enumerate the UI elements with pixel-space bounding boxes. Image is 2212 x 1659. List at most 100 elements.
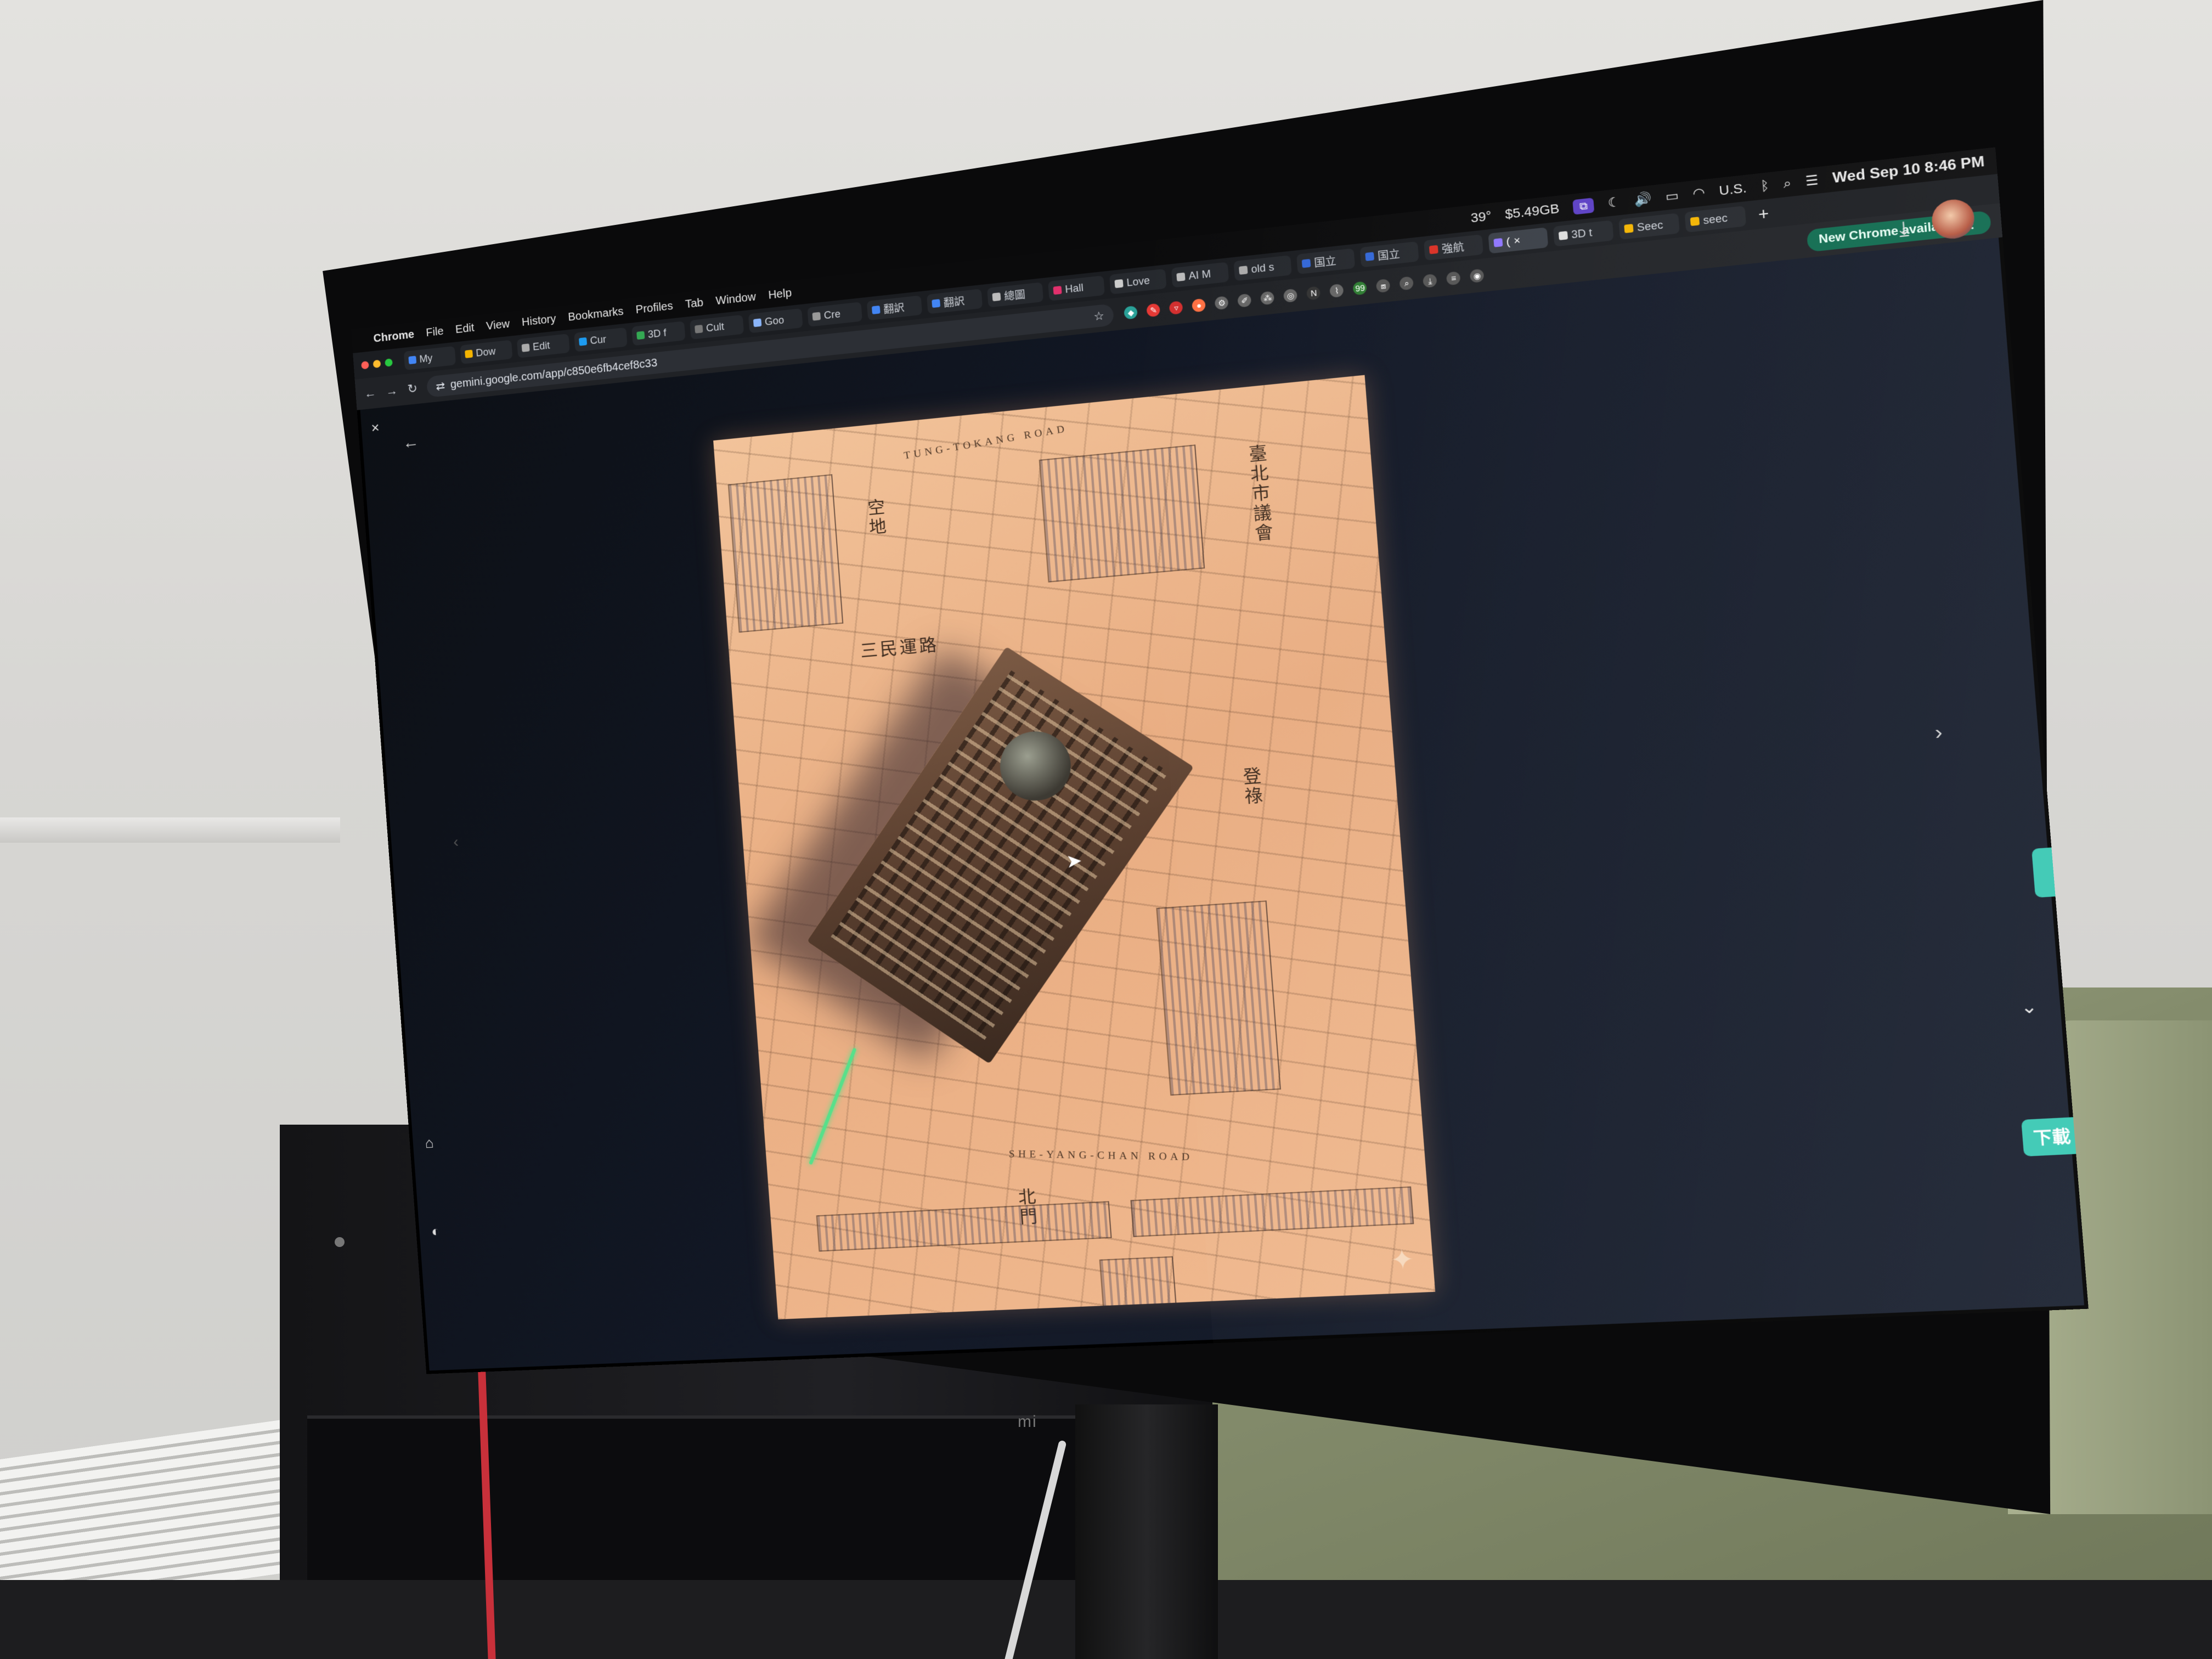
- screen-share-icon[interactable]: ⧉: [1573, 198, 1595, 215]
- reload-icon[interactable]: ↻: [407, 381, 418, 397]
- map-block: [728, 474, 844, 633]
- map-text: 登祿: [1236, 766, 1266, 808]
- menu-window[interactable]: Window: [715, 290, 757, 308]
- tab-label: My: [419, 352, 433, 365]
- tab[interactable]: Cult: [690, 315, 744, 340]
- tab[interactable]: My: [404, 346, 456, 370]
- volume-icon[interactable]: 🔊: [1634, 191, 1652, 208]
- extension-icon[interactable]: ⁂: [1261, 291, 1275, 305]
- extension-badge-icon[interactable]: 99: [1353, 281, 1367, 295]
- bookmark-star-icon[interactable]: ☆: [1093, 308, 1104, 324]
- tab-search-icon[interactable]: ⌕: [1400, 276, 1414, 290]
- record-icon[interactable]: ◎: [1283, 289, 1297, 303]
- map-block: [816, 1201, 1112, 1251]
- back-arrow-icon[interactable]: ←: [402, 432, 420, 453]
- tab[interactable]: 強航: [1424, 234, 1483, 261]
- tab[interactable]: Seec: [1618, 213, 1680, 240]
- wall-trim: [0, 817, 340, 843]
- chevron-down-icon[interactable]: ⌄: [2020, 996, 2039, 1019]
- menu-file[interactable]: File: [426, 325, 444, 340]
- tab[interactable]: 国立: [1296, 249, 1355, 274]
- tab[interactable]: Love: [1109, 269, 1167, 295]
- tab-favicon: [812, 312, 821, 321]
- tab-favicon: [1302, 259, 1311, 268]
- tab-favicon: [465, 349, 473, 358]
- tab[interactable]: AI M: [1171, 262, 1229, 288]
- previous-image-icon[interactable]: ‹: [453, 833, 459, 851]
- tab-active[interactable]: (×: [1488, 227, 1548, 253]
- profile-icon[interactable]: ◉: [1470, 269, 1485, 283]
- tab[interactable]: Cur: [574, 328, 627, 352]
- next-image-icon[interactable]: ›: [1934, 720, 1943, 744]
- gemini-icon: [1493, 238, 1503, 247]
- tab[interactable]: old s: [1233, 255, 1291, 281]
- generated-image[interactable]: TUNG-TOKANG ROAD SHE-YANG-CHAN ROAD 空地 三…: [713, 375, 1435, 1319]
- forward-icon[interactable]: →: [386, 383, 398, 399]
- tab[interactable]: Goo: [748, 308, 803, 333]
- gemini-logo-icon[interactable]: ◐: [431, 1223, 441, 1240]
- close-window-button[interactable]: [361, 361, 369, 369]
- extension-icon[interactable]: ◆: [1124, 306, 1138, 320]
- menu-tab[interactable]: Tab: [685, 296, 704, 311]
- window-controls: [361, 358, 393, 369]
- gear-icon[interactable]: ⚙: [1215, 296, 1229, 310]
- map-text: 空地: [861, 498, 889, 539]
- tab[interactable]: 總圖: [987, 282, 1043, 307]
- map-text: 三民運路: [859, 630, 939, 662]
- search-icon[interactable]: ⌕: [1783, 176, 1792, 192]
- tab-label: Cult: [706, 320, 724, 334]
- zoom-window-button[interactable]: [385, 358, 393, 366]
- tab[interactable]: Cre: [807, 302, 862, 327]
- menu-bookmarks[interactable]: Bookmarks: [568, 305, 624, 324]
- tab-favicon: [408, 356, 416, 365]
- menu-help[interactable]: Help: [768, 286, 792, 302]
- tab[interactable]: 3D f: [631, 321, 685, 346]
- weather-status[interactable]: 39°: [1470, 208, 1492, 226]
- map-text: 臺北市議會: [1242, 443, 1276, 545]
- close-tab-icon[interactable]: ×: [1513, 234, 1521, 247]
- tab[interactable]: 3D t: [1553, 220, 1614, 246]
- notion-icon[interactable]: N: [1307, 286, 1321, 300]
- reading-list-icon[interactable]: ≡: [1446, 271, 1461, 285]
- map-road-label: SHE-YANG-CHAN ROAD: [1009, 1148, 1193, 1163]
- back-icon[interactable]: ←: [364, 386, 376, 401]
- tab[interactable]: 国立: [1360, 241, 1419, 268]
- extension-icon[interactable]: ●: [1192, 298, 1206, 313]
- highlight-stroke: [809, 1048, 856, 1165]
- save-button[interactable]: 下載: [2021, 1117, 2083, 1156]
- control-center-icon[interactable]: ☰: [1805, 172, 1819, 189]
- bluetooth-icon[interactable]: ᛒ: [1760, 178, 1770, 194]
- download-icon[interactable]: ⤓: [1898, 217, 1910, 241]
- wifi-icon[interactable]: ◠: [1692, 185, 1706, 202]
- close-icon[interactable]: ×: [371, 419, 380, 437]
- menu-app-name[interactable]: Chrome: [373, 328, 415, 345]
- memory-status[interactable]: $5.49GB: [1504, 201, 1560, 222]
- tab-label: Love: [1126, 274, 1150, 289]
- tab[interactable]: Hall: [1048, 275, 1105, 301]
- extension-icon[interactable]: ⌇: [1330, 284, 1344, 298]
- tab[interactable]: Dow: [460, 340, 512, 364]
- download-icon[interactable]: ⤓: [1423, 274, 1438, 288]
- monitor-logo: mi: [1018, 1413, 1037, 1431]
- menu-profiles[interactable]: Profiles: [635, 300, 674, 317]
- new-tab-button[interactable]: +: [1751, 203, 1776, 225]
- map-block: [1099, 1256, 1177, 1308]
- tab[interactable]: 翻訳: [927, 289, 983, 314]
- tab-favicon: [753, 318, 762, 327]
- site-info-icon[interactable]: ⇄: [436, 379, 445, 393]
- moon-icon[interactable]: ☾: [1607, 194, 1621, 211]
- puzzle-icon[interactable]: ⧈: [1376, 279, 1390, 293]
- menu-history[interactable]: History: [521, 312, 556, 329]
- extension-icon[interactable]: ✎: [1147, 303, 1161, 318]
- input-source[interactable]: U.S.: [1718, 180, 1747, 199]
- menu-view[interactable]: View: [486, 318, 510, 333]
- minimize-window-button[interactable]: [373, 360, 381, 368]
- pocket-icon[interactable]: ▿: [1169, 301, 1183, 315]
- tab[interactable]: seec: [1685, 206, 1747, 233]
- tab[interactable]: 翻訳: [867, 295, 922, 320]
- eyedropper-icon[interactable]: ✐: [1238, 294, 1252, 308]
- tab[interactable]: Edit: [517, 334, 570, 358]
- menu-edit[interactable]: Edit: [455, 321, 475, 336]
- sidebar-icon[interactable]: ⌂: [425, 1134, 435, 1152]
- battery-icon[interactable]: ▭: [1665, 188, 1679, 205]
